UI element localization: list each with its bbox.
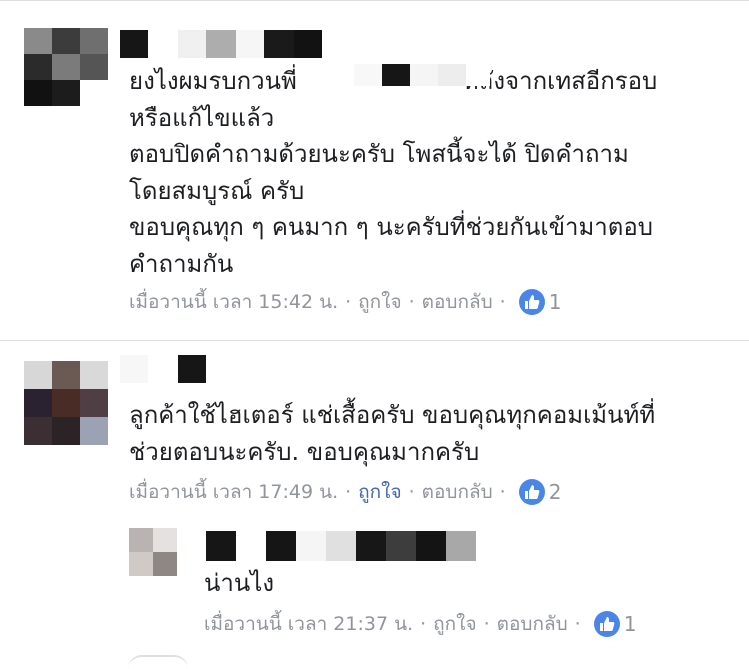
separator: · <box>574 613 581 635</box>
separator: · <box>499 291 506 313</box>
timestamp[interactable]: เมื่อวานนี้ เวลา 15:42 น. <box>129 287 338 317</box>
separator: · <box>408 291 415 313</box>
timestamp[interactable]: เมื่อวานนี้ เวลา 21:37 น. <box>204 609 413 639</box>
thumbs-up-icon[interactable] <box>593 611 620 637</box>
reply-link[interactable]: ตอบกลับ <box>422 287 493 317</box>
reply-meta: เมื่อวานนี้ เวลา 21:37 น. · ถูกใจ · ตอบก… <box>204 609 636 639</box>
next-avatar-edge <box>128 655 188 669</box>
separator: · <box>420 613 427 635</box>
like-count[interactable]: 2 <box>549 480 562 504</box>
like-link[interactable]: ถูกใจ <box>358 287 401 317</box>
commenter-name[interactable] <box>120 30 322 58</box>
comment-text: ยงไงผมรบกวนพี่ หลังจากเทสอีกรอบ หรือแก้ไข… <box>129 67 658 278</box>
comment-meta: เมื่อวานนี้ เวลา 17:49 น. · ถูกใจ · ตอบก… <box>129 477 561 507</box>
avatar[interactable] <box>24 361 108 445</box>
like-count[interactable]: 1 <box>549 290 562 314</box>
like-count[interactable]: 1 <box>624 612 637 636</box>
separator: · <box>345 481 352 503</box>
commenter-name[interactable] <box>206 531 476 561</box>
reply-link[interactable]: ตอบกลับ <box>422 477 493 507</box>
thumbs-up-icon[interactable] <box>518 479 545 505</box>
separator: · <box>483 613 490 635</box>
separator: · <box>499 481 506 503</box>
separator: · <box>345 291 352 313</box>
commenter-name[interactable] <box>120 355 206 383</box>
redacted-mention <box>330 64 490 86</box>
comment-divider <box>0 340 749 341</box>
comment-meta: เมื่อวานนี้ เวลา 15:42 น. · ถูกใจ · ตอบก… <box>129 287 561 317</box>
separator: · <box>408 481 415 503</box>
comment-text: ลูกค้าใช้ไฮเตอร์ แช่เสื้อครับ ขอบคุณทุกค… <box>129 401 656 466</box>
top-divider <box>0 0 749 1</box>
like-link[interactable]: ถูกใจ <box>433 609 476 639</box>
reply-link[interactable]: ตอบกลับ <box>497 609 568 639</box>
avatar[interactable] <box>129 528 177 576</box>
reply-text: น่านไง <box>204 569 275 597</box>
like-link[interactable]: ถูกใจ <box>358 477 401 507</box>
thumbs-up-icon[interactable] <box>518 289 545 315</box>
timestamp[interactable]: เมื่อวานนี้ เวลา 17:49 น. <box>129 477 338 507</box>
avatar[interactable] <box>24 28 108 106</box>
